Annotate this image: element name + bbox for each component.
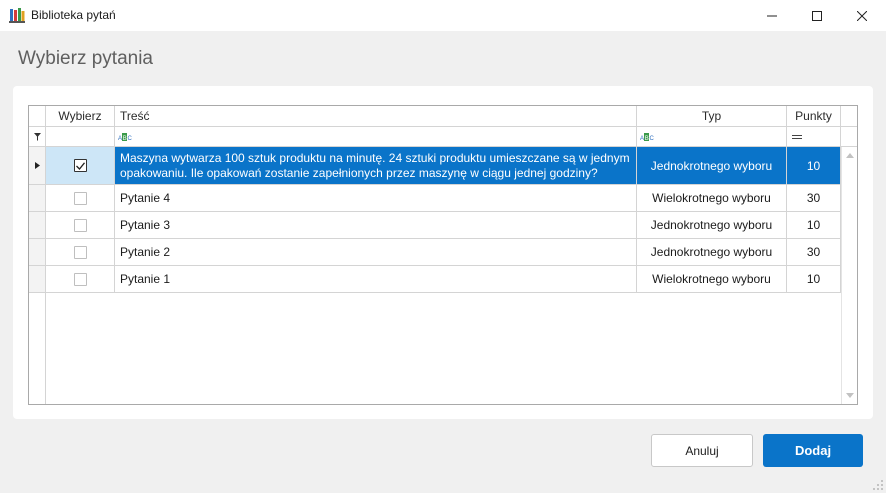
filter-points[interactable]	[787, 127, 841, 147]
type-cell[interactable]: Jednokrotnego wyboru	[637, 147, 787, 185]
header-spacer	[841, 106, 857, 127]
checkmark-icon	[75, 161, 85, 170]
row-indicator-header	[29, 106, 46, 127]
scroll-down-icon[interactable]	[846, 393, 854, 398]
column-header-select[interactable]: Wybierz	[46, 106, 115, 127]
filter-content[interactable]: A B C	[115, 127, 637, 147]
select-cell[interactable]	[46, 147, 115, 185]
points-cell[interactable]: 10	[787, 212, 841, 239]
column-header-content[interactable]: Treść	[115, 106, 637, 127]
row-checkbox[interactable]	[73, 159, 87, 172]
minimize-icon	[767, 15, 777, 16]
type-cell[interactable]: Wielokrotnego wyboru	[637, 266, 787, 293]
svg-text:C: C	[650, 136, 655, 142]
current-row-arrow-icon	[34, 162, 40, 169]
cancel-button[interactable]: Anuluj	[651, 434, 753, 467]
svg-text:B: B	[123, 136, 127, 142]
content-cell[interactable]: Pytanie 3	[115, 212, 637, 239]
row-checkbox[interactable]	[73, 218, 87, 232]
svg-text:C: C	[128, 136, 133, 142]
type-cell[interactable]: Jednokrotnego wyboru	[637, 212, 787, 239]
row-indicator[interactable]	[29, 185, 46, 212]
content-cell[interactable]: Pytanie 1	[115, 266, 637, 293]
title-bar: Biblioteka pytań	[0, 0, 886, 31]
row-indicator[interactable]	[29, 239, 46, 266]
type-cell[interactable]: Wielokrotnego wyboru	[637, 185, 787, 212]
points-cell[interactable]: 10	[787, 266, 841, 293]
points-cell[interactable]: 30	[787, 239, 841, 266]
close-button[interactable]	[839, 0, 885, 31]
filter-type[interactable]: A B C	[637, 127, 787, 147]
points-cell[interactable]: 30	[787, 185, 841, 212]
svg-text:B: B	[645, 136, 649, 142]
select-cell[interactable]	[46, 266, 115, 293]
svg-text:A: A	[118, 136, 122, 142]
vertical-scrollbar[interactable]	[841, 147, 857, 404]
row-indicator[interactable]	[29, 212, 46, 239]
column-header-type[interactable]: Typ	[637, 106, 787, 127]
question-text: Maszyna wytwarza 100 sztuk produktu na m…	[120, 150, 630, 180]
content-cell[interactable]: Pytanie 2	[115, 239, 637, 266]
type-cell[interactable]: Jednokrotnego wyboru	[637, 239, 787, 266]
content-cell[interactable]: Pytanie 4	[115, 185, 637, 212]
filter-spacer	[841, 127, 857, 147]
content-cell[interactable]: Maszyna wytwarza 100 sztuk produktu na m…	[115, 147, 637, 185]
maximize-button[interactable]	[794, 0, 840, 31]
row-indicator[interactable]	[29, 266, 46, 293]
column-header-points[interactable]: Punkty	[787, 106, 841, 127]
resize-grip-icon[interactable]	[872, 479, 884, 491]
svg-text:A: A	[640, 136, 644, 142]
app-library-icon	[9, 8, 25, 23]
row-checkbox[interactable]	[73, 245, 87, 259]
add-button[interactable]: Dodaj	[763, 434, 863, 467]
filter-select[interactable]	[46, 127, 115, 147]
questions-grid[interactable]: Wybierz Treść Typ Punkty A B C A B C Mas…	[28, 105, 858, 405]
funnel-filter-icon	[33, 132, 41, 141]
select-cell[interactable]	[46, 212, 115, 239]
text-filter-icon: A B C	[640, 132, 654, 142]
maximize-icon	[812, 10, 822, 21]
row-checkbox[interactable]	[73, 272, 87, 286]
equals-filter-icon	[792, 134, 802, 139]
row-indicator[interactable]	[29, 147, 46, 185]
select-cell[interactable]	[46, 185, 115, 212]
page-title: Wybierz pytania	[18, 48, 153, 69]
row-indicator-column-empty	[29, 293, 46, 404]
filter-row-indicator	[29, 127, 46, 147]
row-checkbox[interactable]	[73, 191, 87, 205]
minimize-button[interactable]	[749, 0, 795, 31]
close-icon	[857, 10, 867, 21]
select-cell[interactable]	[46, 239, 115, 266]
points-cell[interactable]: 10	[787, 147, 841, 185]
window-title: Biblioteka pytań	[31, 8, 116, 22]
text-filter-icon: A B C	[118, 132, 132, 142]
scroll-up-icon[interactable]	[846, 153, 854, 158]
